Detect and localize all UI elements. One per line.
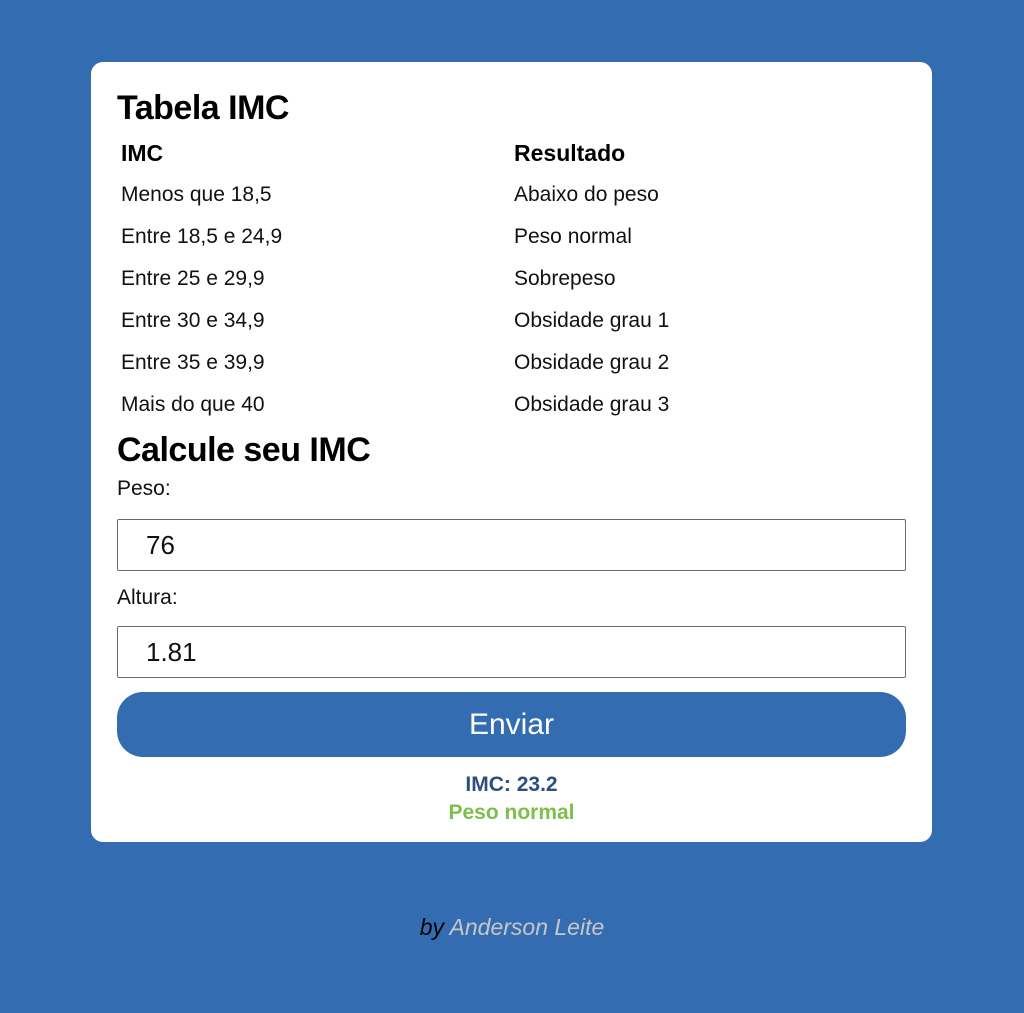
- table-cell-resultado: Obsidade grau 2: [514, 351, 670, 374]
- table-row: Entre 30 e 34,9 Obsidade grau 1: [117, 300, 906, 342]
- altura-input[interactable]: [117, 626, 906, 678]
- table-row: Entre 35 e 39,9 Obsidade grau 2: [117, 342, 906, 384]
- imc-table: IMC Resultado Menos que 18,5 Abaixo do p…: [117, 132, 906, 426]
- table-cell-resultado: Obsidade grau 3: [514, 393, 670, 416]
- table-cell-resultado: Abaixo do peso: [514, 183, 659, 206]
- table-cell-imc: Entre 18,5 e 24,9: [121, 225, 283, 248]
- result-panel: IMC: 23.2 Peso normal: [117, 771, 906, 827]
- table-cell-imc: Entre 25 e 29,9: [121, 267, 265, 290]
- table-cell-imc: Mais do que 40: [121, 393, 265, 416]
- table-title: Tabela IMC: [117, 89, 289, 127]
- imc-card: Tabela IMC IMC Resultado Menos que 18,5 …: [91, 62, 932, 842]
- table-cell-resultado: Sobrepeso: [514, 267, 616, 290]
- footer-credit: by Anderson Leite: [0, 914, 1024, 941]
- imc-classification: Peso normal: [448, 801, 575, 824]
- table-row: Menos que 18,5 Abaixo do peso: [117, 174, 906, 216]
- table-header-resultado: Resultado: [514, 139, 626, 166]
- table-row: Entre 25 e 29,9 Sobrepeso: [117, 258, 906, 300]
- table-row: Entre 18,5 e 24,9 Peso normal: [117, 216, 906, 258]
- altura-label: Altura:: [117, 586, 178, 609]
- table-cell-resultado: Peso normal: [514, 225, 632, 248]
- table-cell-imc: Menos que 18,5: [121, 183, 272, 206]
- submit-button[interactable]: Enviar: [117, 692, 906, 757]
- table-cell-resultado: Obsidade grau 1: [514, 309, 670, 332]
- table-header-imc: IMC: [121, 139, 164, 166]
- imc-result-value: IMC: 23.2: [465, 773, 558, 796]
- peso-label: Peso:: [117, 477, 171, 500]
- author-link[interactable]: Anderson Leite: [450, 914, 605, 940]
- footer-by-text: by: [419, 914, 444, 940]
- table-row: Mais do que 40 Obsidade grau 3: [117, 384, 906, 426]
- table-cell-imc: Entre 35 e 39,9: [121, 351, 265, 374]
- table-cell-imc: Entre 30 e 34,9: [121, 309, 265, 332]
- form-title: Calcule seu IMC: [117, 431, 371, 469]
- peso-input[interactable]: [117, 519, 906, 571]
- table-header-row: IMC Resultado: [117, 132, 906, 174]
